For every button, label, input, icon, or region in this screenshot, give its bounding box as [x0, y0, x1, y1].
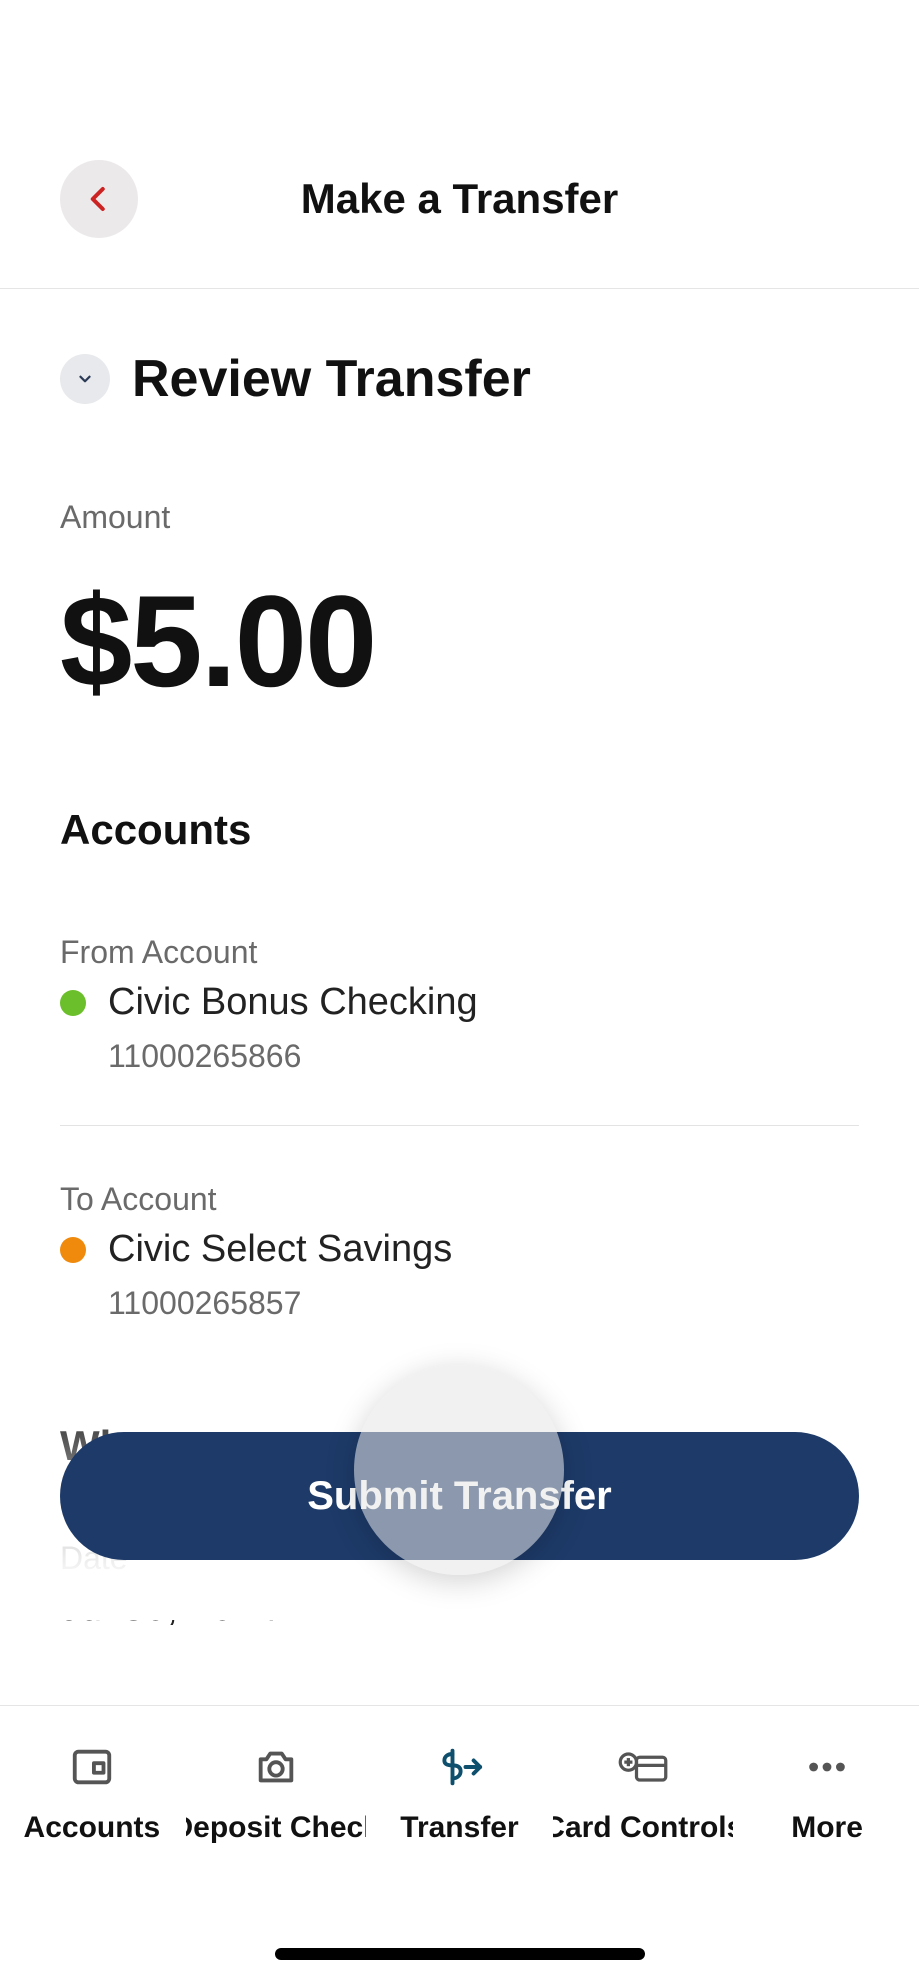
from-account-row: From Account Civic Bonus Checking 110002…	[60, 854, 859, 1075]
tab-bar: Accounts Deposit Check Transfer Card Con…	[0, 1705, 919, 1980]
tab-transfer[interactable]: Transfer	[369, 1741, 549, 1980]
tab-deposit-check[interactable]: Deposit Check	[186, 1741, 366, 1980]
amount-value: $5.00	[60, 536, 859, 706]
from-account-color-dot	[60, 990, 86, 1016]
from-account-label: From Account	[60, 934, 859, 971]
submit-label: Submit Transfer	[307, 1474, 612, 1519]
submit-wrap: Submit Transfer	[60, 1432, 859, 1560]
from-account-number: 11000265866	[60, 1024, 859, 1075]
accounts-heading: Accounts	[60, 706, 859, 854]
chevron-down-icon	[76, 370, 94, 388]
tab-accounts[interactable]: Accounts	[2, 1741, 182, 1980]
tab-more[interactable]: More	[737, 1741, 917, 1980]
tab-card-controls[interactable]: Card Controls	[553, 1741, 733, 1980]
to-account-row: To Account Civic Select Savings 11000265…	[60, 1126, 859, 1322]
tab-label: Transfer	[400, 1811, 518, 1845]
tab-label: Card Controls	[553, 1811, 733, 1845]
dollar-transfer-icon	[433, 1741, 485, 1793]
more-icon	[801, 1741, 853, 1793]
amount-label: Amount	[60, 499, 859, 536]
wallet-icon	[66, 1741, 118, 1793]
home-indicator[interactable]	[275, 1948, 645, 1960]
to-account-color-dot	[60, 1237, 86, 1263]
collapse-toggle[interactable]	[60, 354, 110, 404]
to-account-label: To Account	[60, 1181, 859, 1218]
amount-block: Amount $5.00	[60, 409, 859, 706]
header: Make a Transfer	[0, 0, 919, 289]
to-account-number: 11000265857	[60, 1271, 859, 1322]
tab-label: Accounts	[24, 1811, 161, 1845]
review-section-header[interactable]: Review Transfer	[60, 289, 859, 409]
review-heading: Review Transfer	[132, 349, 531, 409]
from-account-name: Civic Bonus Checking	[108, 981, 478, 1024]
card-controls-icon	[617, 1741, 669, 1793]
back-button[interactable]	[60, 160, 138, 238]
chevron-left-icon	[84, 184, 114, 214]
tab-label: Deposit Check	[186, 1811, 366, 1845]
tab-label: More	[791, 1811, 863, 1845]
to-account-name: Civic Select Savings	[108, 1228, 452, 1271]
date-value: Jul 30, 2024	[60, 1577, 859, 1630]
submit-transfer-button[interactable]: Submit Transfer	[60, 1432, 859, 1560]
camera-icon	[250, 1741, 302, 1793]
